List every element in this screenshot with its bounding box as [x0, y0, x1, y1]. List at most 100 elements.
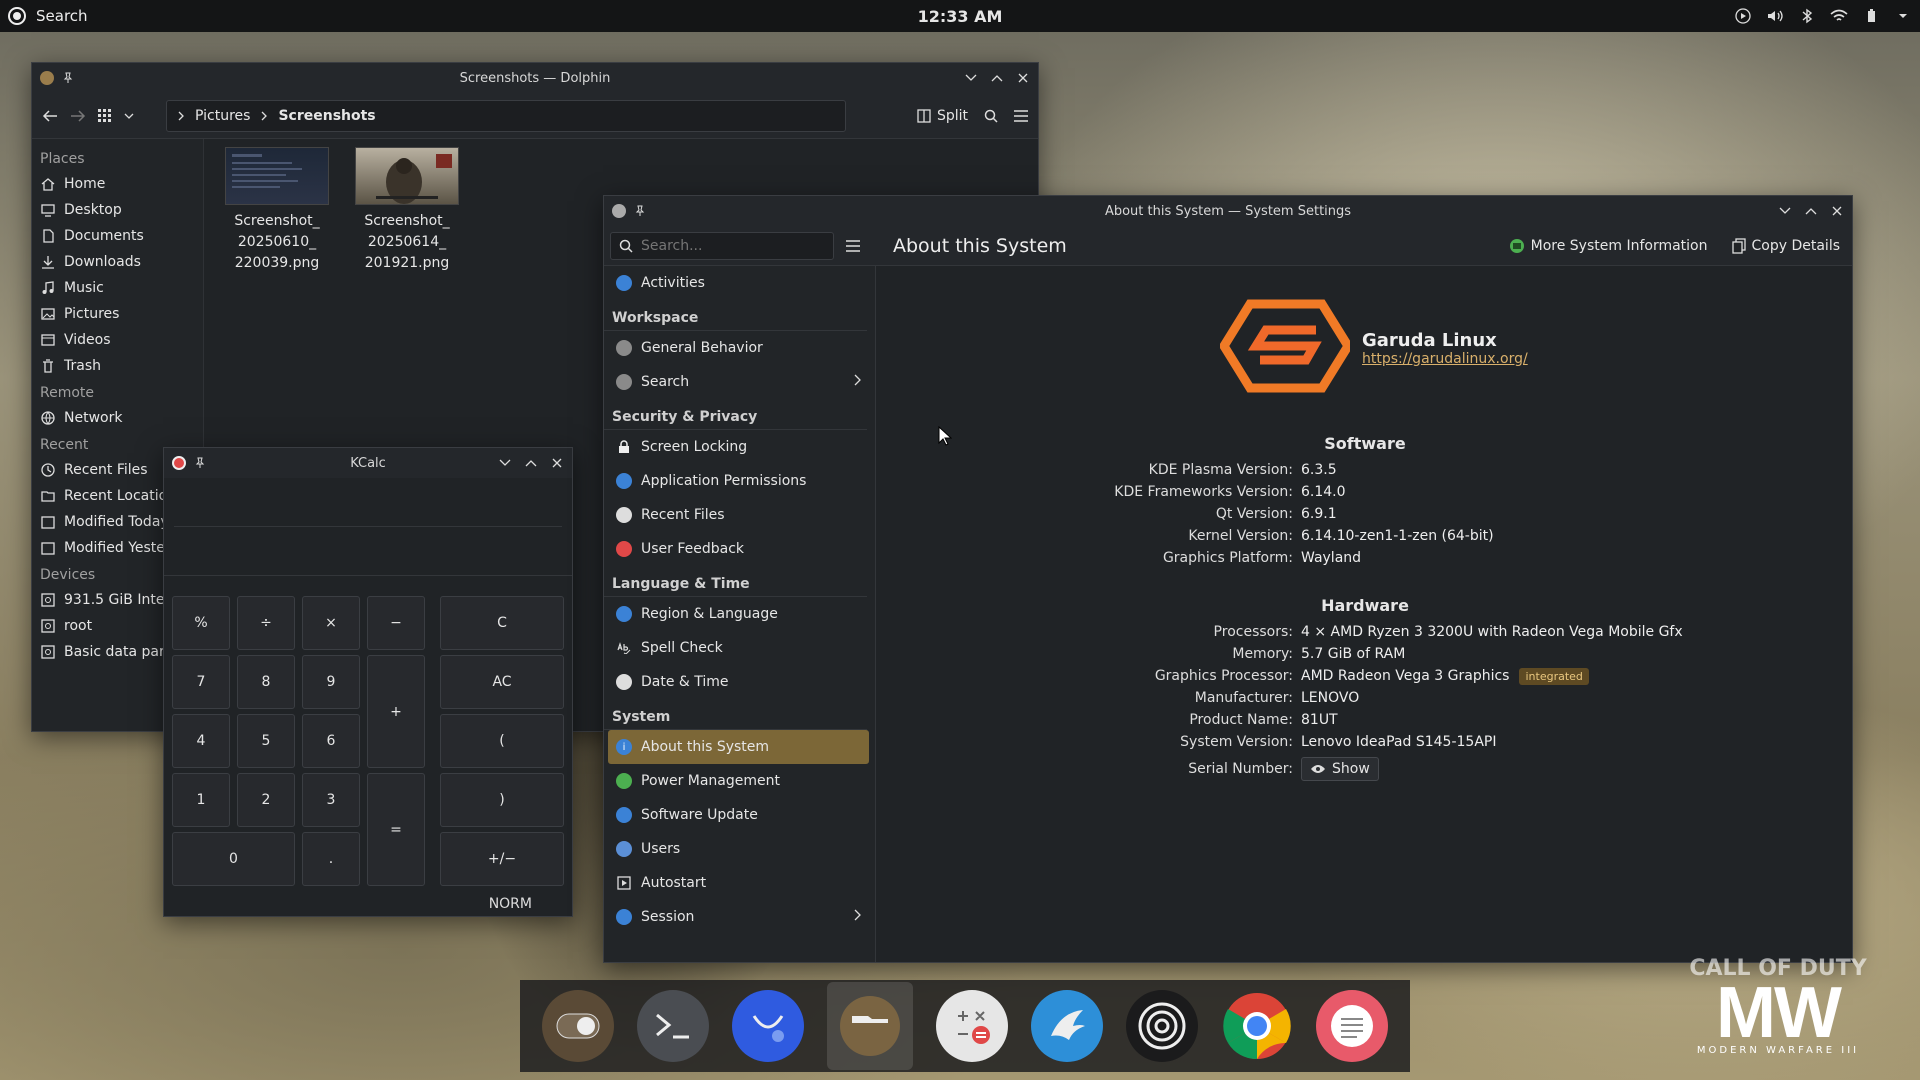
- key-4[interactable]: 4: [172, 714, 230, 768]
- folder-icon[interactable]: [826, 982, 913, 1070]
- multiply-button[interactable]: ×: [302, 596, 360, 650]
- nav-recent-files[interactable]: Recent Files: [608, 498, 869, 532]
- bluetooth-icon[interactable]: [1798, 7, 1816, 25]
- equals-button[interactable]: =: [367, 773, 425, 886]
- nav-activities[interactable]: Activities: [608, 266, 869, 300]
- chrome-icon[interactable]: [1221, 990, 1293, 1062]
- key-9[interactable]: 9: [302, 655, 360, 709]
- place-network[interactable]: Network: [32, 405, 203, 431]
- kingfisher-icon[interactable]: [1031, 990, 1104, 1062]
- hamburger-menu-icon[interactable]: [1014, 109, 1028, 122]
- place-documents[interactable]: Documents: [32, 223, 203, 249]
- key-2[interactable]: 2: [237, 773, 295, 827]
- maximize-icon[interactable]: [524, 456, 538, 470]
- close-icon[interactable]: [550, 456, 564, 470]
- dolphin-titlebar[interactable]: Screenshots — Dolphin: [32, 63, 1038, 93]
- more-system-info-button[interactable]: More System Information: [1509, 238, 1708, 254]
- hamburger-menu-icon[interactable]: [846, 239, 860, 252]
- percent-button[interactable]: %: [172, 596, 230, 650]
- search-icon[interactable]: [984, 109, 998, 123]
- add-button[interactable]: +: [367, 655, 425, 768]
- place-music[interactable]: Music: [32, 275, 203, 301]
- toggle-icon[interactable]: [541, 990, 614, 1062]
- close-icon[interactable]: [1016, 71, 1030, 85]
- sign-toggle-button[interactable]: +/−: [440, 832, 564, 886]
- nav-general-behavior[interactable]: General Behavior: [608, 331, 869, 365]
- battery-icon[interactable]: [1862, 7, 1880, 25]
- view-mode-dropdown-icon[interactable]: [124, 112, 134, 120]
- nav-spell-check[interactable]: Spell Check: [608, 631, 869, 665]
- pin-icon[interactable]: [194, 457, 206, 469]
- nav-power-management[interactable]: Power Management: [608, 764, 869, 798]
- close-icon[interactable]: [1830, 204, 1844, 218]
- place-downloads[interactable]: Downloads: [32, 249, 203, 275]
- breadcrumb[interactable]: Pictures Screenshots: [166, 99, 846, 132]
- back-icon[interactable]: [42, 109, 58, 123]
- clear-button[interactable]: C: [440, 596, 564, 650]
- decimal-button[interactable]: .: [302, 832, 360, 886]
- icon-view-icon[interactable]: [98, 108, 112, 123]
- settings-titlebar[interactable]: About this System — System Settings: [604, 196, 1852, 226]
- nav-date-time[interactable]: Date & Time: [608, 665, 869, 699]
- tray-expand-icon[interactable]: [1894, 7, 1912, 25]
- place-desktop[interactable]: Desktop: [32, 197, 203, 223]
- minimize-icon[interactable]: [498, 456, 512, 470]
- pin-icon[interactable]: [62, 72, 74, 84]
- nav-software-update[interactable]: Software Update: [608, 798, 869, 832]
- file-item[interactable]: Screenshot_ 20250614_ 201921.png: [352, 147, 462, 274]
- key-8[interactable]: 8: [237, 655, 295, 709]
- pin-icon[interactable]: [634, 205, 646, 217]
- minimize-icon[interactable]: [964, 71, 978, 85]
- settings-search[interactable]: [610, 231, 834, 260]
- nav-autostart[interactable]: Autostart: [608, 866, 869, 900]
- key-3[interactable]: 3: [302, 773, 360, 827]
- place-trash[interactable]: Trash: [32, 353, 203, 379]
- maximize-icon[interactable]: [990, 71, 1004, 85]
- volume-icon[interactable]: [1766, 7, 1784, 25]
- breadcrumb-screenshots[interactable]: Screenshots: [278, 108, 375, 124]
- close-paren-button[interactable]: ): [440, 773, 564, 827]
- calculator-icon[interactable]: [935, 990, 1008, 1062]
- nav-app-permissions[interactable]: Application Permissions: [608, 464, 869, 498]
- media-play-icon[interactable]: [1734, 7, 1752, 25]
- discover-icon[interactable]: [731, 990, 804, 1062]
- nav-screen-locking[interactable]: Screen Locking: [608, 430, 869, 464]
- nav-about-system[interactable]: i About this System: [608, 730, 869, 764]
- kcalc-titlebar[interactable]: KCalc: [164, 448, 572, 478]
- subtract-button[interactable]: −: [367, 596, 425, 650]
- nav-users[interactable]: Users: [608, 832, 869, 866]
- key-1[interactable]: 1: [172, 773, 230, 827]
- place-home[interactable]: Home: [32, 171, 203, 197]
- app-launcher[interactable]: Search: [0, 0, 88, 32]
- nav-session[interactable]: Session: [608, 900, 869, 934]
- key-7[interactable]: 7: [172, 655, 230, 709]
- nav-region-language[interactable]: Region & Language: [608, 597, 869, 631]
- key-6[interactable]: 6: [302, 714, 360, 768]
- all-clear-button[interactable]: AC: [440, 655, 564, 709]
- place-pictures[interactable]: Pictures: [32, 301, 203, 327]
- copy-details-button[interactable]: Copy Details: [1731, 238, 1840, 254]
- forward-icon[interactable]: [70, 109, 86, 123]
- show-serial-button[interactable]: Show: [1301, 757, 1379, 781]
- key-0[interactable]: 0: [172, 832, 295, 886]
- place-videos[interactable]: Videos: [32, 327, 203, 353]
- distro-url-link[interactable]: https://garudalinux.org/: [1362, 351, 1528, 367]
- minimize-icon[interactable]: [1778, 204, 1792, 218]
- terminal-icon[interactable]: [636, 990, 709, 1062]
- maximize-icon[interactable]: [1804, 204, 1818, 218]
- nav-search[interactable]: Search: [608, 365, 869, 399]
- settings-app-icon[interactable]: [612, 204, 626, 218]
- wifi-icon[interactable]: [1830, 7, 1848, 25]
- key-5[interactable]: 5: [237, 714, 295, 768]
- nav-user-feedback[interactable]: User Feedback: [608, 532, 869, 566]
- split-button[interactable]: Split: [917, 108, 968, 124]
- settings-icon[interactable]: [1126, 990, 1199, 1062]
- open-paren-button[interactable]: (: [440, 714, 564, 768]
- kcalc-app-icon[interactable]: [172, 456, 186, 470]
- breadcrumb-pictures[interactable]: Pictures: [195, 108, 250, 124]
- notes-icon[interactable]: [1316, 990, 1389, 1062]
- clock[interactable]: 12:33 AM: [0, 7, 1920, 26]
- settings-search-input[interactable]: [641, 237, 821, 254]
- dolphin-app-icon[interactable]: [40, 71, 54, 85]
- file-item[interactable]: Screenshot_ 20250610_ 220039.png: [222, 147, 332, 274]
